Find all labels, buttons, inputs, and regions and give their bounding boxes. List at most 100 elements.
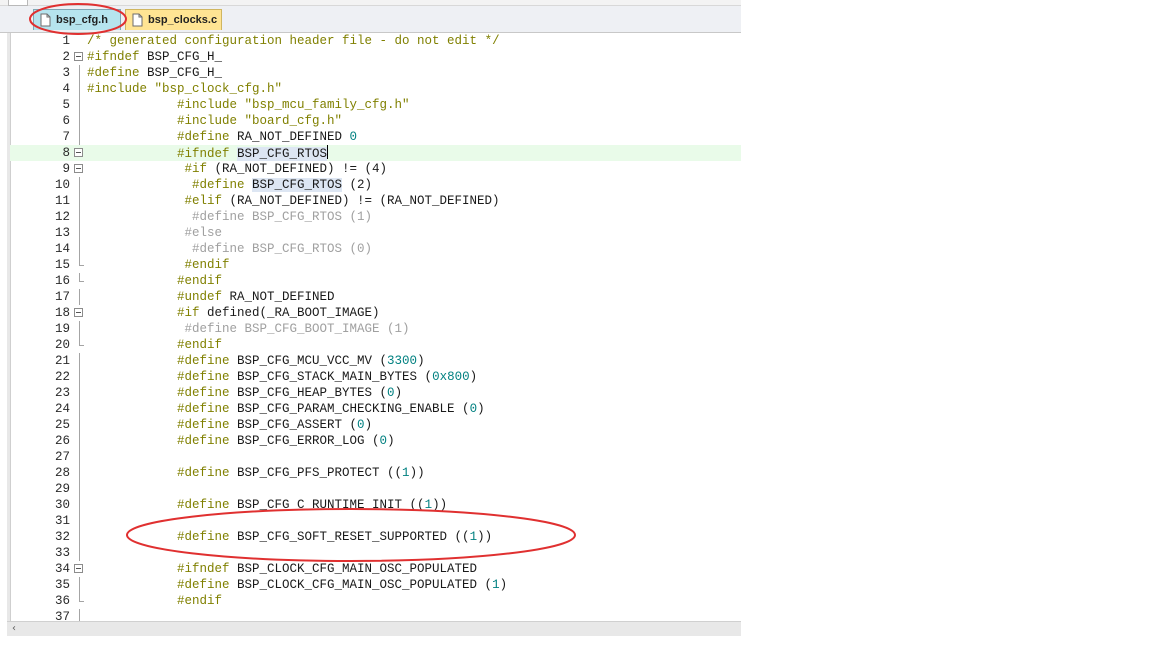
code-line[interactable]: 11 #elif (RA_NOT_DEFINED) != (RA_NOT_DEFI… bbox=[10, 193, 741, 209]
code-line[interactable]: 12 #define BSP_CFG_RTOS (1) bbox=[10, 209, 741, 225]
fold-guide bbox=[79, 513, 80, 529]
line-number: 14 bbox=[54, 242, 70, 256]
code-line[interactable]: 30 #define BSP_CFG_C_RUNTIME_INIT ((1)) bbox=[10, 497, 741, 513]
code-token: #define bbox=[177, 354, 230, 368]
code-token: #ifndef bbox=[177, 147, 230, 161]
code-text: #ifndef BSP_CLOCK_CFG_MAIN_OSC_POPULATED bbox=[177, 561, 477, 577]
code-line[interactable]: 32 #define BSP_CFG_SOFT_RESET_SUPPORTED (… bbox=[10, 529, 741, 545]
code-text: #undef RA_NOT_DEFINED bbox=[177, 289, 335, 305]
code-line[interactable]: 5 #include "bsp_mcu_family_cfg.h" bbox=[10, 97, 741, 113]
code-line[interactable]: 33 bbox=[10, 545, 741, 561]
code-line[interactable]: 21 #define BSP_CFG_MCU_VCC_MV (3300) bbox=[10, 353, 741, 369]
line-number: 10 bbox=[54, 178, 70, 192]
code-line[interactable]: 27 bbox=[10, 449, 741, 465]
code-line[interactable]: 20 #endif bbox=[10, 337, 741, 353]
code-line[interactable]: 13 #else bbox=[10, 225, 741, 241]
line-number: 22 bbox=[54, 370, 70, 384]
line-number: 16 bbox=[54, 274, 70, 288]
code-line[interactable]: 29 bbox=[10, 481, 741, 497]
horizontal-scrollbar[interactable]: ‹ bbox=[7, 621, 741, 636]
code-text: #endif bbox=[177, 593, 222, 609]
code-token: defined(_RA_BOOT_IMAGE) bbox=[199, 306, 380, 320]
fold-toggle-icon[interactable] bbox=[74, 52, 83, 61]
code-token: (2) bbox=[342, 178, 373, 192]
code-line[interactable]: 19 #define BSP_CFG_BOOT_IMAGE (1) bbox=[10, 321, 741, 337]
fold-guide bbox=[79, 433, 80, 449]
fold-toggle-icon[interactable] bbox=[74, 164, 83, 173]
code-token: ) bbox=[499, 578, 508, 592]
fold-toggle-icon[interactable] bbox=[74, 564, 83, 573]
code-line[interactable]: 3 #define BSP_CFG_H_ bbox=[10, 65, 741, 81]
code-line[interactable]: 2 #ifndef BSP_CFG_H_ bbox=[10, 49, 741, 65]
code-line[interactable]: 4 #include "bsp_clock_cfg.h" bbox=[10, 81, 741, 97]
fold-guide bbox=[79, 65, 80, 81]
c-header-file-icon bbox=[40, 13, 51, 27]
line-number: 7 bbox=[62, 130, 70, 144]
line-number: 36 bbox=[54, 594, 70, 608]
code-text: #define BSP_CFG_C_RUNTIME_INIT ((1)) bbox=[177, 497, 447, 513]
code-token: 1 bbox=[469, 530, 478, 544]
code-token: #if bbox=[184, 162, 208, 176]
fold-guide bbox=[79, 289, 80, 305]
line-number: 32 bbox=[54, 530, 70, 544]
code-line[interactable]: 31 bbox=[10, 513, 741, 529]
code-text: #ifndef BSP_CFG_RTOS bbox=[177, 145, 329, 162]
code-line[interactable]: 26 #define BSP_CFG_ERROR_LOG (0) bbox=[10, 433, 741, 449]
code-line[interactable]: 15 #endif bbox=[10, 257, 741, 273]
fold-guide bbox=[79, 497, 80, 513]
tab-label: bsp_clocks.c bbox=[148, 14, 218, 26]
code-token: BSP_CFG_RTOS bbox=[252, 178, 343, 192]
code-line[interactable]: 25 #define BSP_CFG_ASSERT (0) bbox=[10, 417, 741, 433]
code-line[interactable]: 28 #define BSP_CFG_PFS_PROTECT ((1)) bbox=[10, 465, 741, 481]
code-line[interactable]: 23 #define BSP_CFG_HEAP_BYTES (0) bbox=[10, 385, 741, 401]
code-token: #define BSP_CFG_RTOS (1) bbox=[192, 210, 373, 224]
line-number: 18 bbox=[54, 306, 70, 320]
code-line[interactable]: 1 /* generated configuration header file … bbox=[10, 33, 741, 49]
code-line[interactable]: 14 #define BSP_CFG_RTOS (0) bbox=[10, 241, 741, 257]
tab-bsp-clocks-c[interactable]: bsp_clocks.c bbox=[125, 9, 222, 30]
fold-toggle-icon[interactable] bbox=[74, 148, 83, 157]
code-line[interactable]: 18 #if defined(_RA_BOOT_IMAGE) bbox=[10, 305, 741, 321]
fold-guide bbox=[79, 401, 80, 417]
code-token: BSP_CLOCK_CFG_MAIN_OSC_POPULATED bbox=[229, 562, 478, 576]
code-token: #define bbox=[177, 498, 230, 512]
code-token: #ifndef bbox=[87, 50, 140, 64]
code-token: )) bbox=[409, 466, 425, 480]
code-text: #endif bbox=[177, 273, 222, 289]
code-line[interactable]: 16 #endif bbox=[10, 273, 741, 289]
code-line[interactable]: 17 #undef RA_NOT_DEFINED bbox=[10, 289, 741, 305]
fold-guide bbox=[79, 529, 80, 545]
line-number: 21 bbox=[54, 354, 70, 368]
fold-guide bbox=[79, 385, 80, 401]
tab-bsp-cfg-h[interactable]: bsp_cfg.h bbox=[33, 9, 121, 30]
code-token: BSP_CFG_PARAM_CHECKING_ENABLE ( bbox=[229, 402, 470, 416]
code-token: #endif bbox=[184, 258, 230, 272]
code-line[interactable]: 35 #define BSP_CLOCK_CFG_MAIN_OSC_POPULAT… bbox=[10, 577, 741, 593]
code-line[interactable]: 24 #define BSP_CFG_PARAM_CHECKING_ENABLE … bbox=[10, 401, 741, 417]
code-token: #define BSP_CFG_RTOS (0) bbox=[192, 242, 373, 256]
code-line[interactable]: 37 bbox=[10, 609, 741, 621]
code-line[interactable]: 34 #ifndef BSP_CLOCK_CFG_MAIN_OSC_POPULAT… bbox=[10, 561, 741, 577]
code-editor[interactable]: 1 /* generated configuration header file … bbox=[10, 33, 741, 621]
code-line[interactable]: 36 #endif bbox=[10, 593, 741, 609]
code-token: #endif bbox=[177, 338, 223, 352]
code-token: 1 bbox=[402, 466, 410, 480]
code-token: #include bbox=[87, 82, 148, 96]
fold-toggle-icon[interactable] bbox=[74, 308, 83, 317]
line-number: 25 bbox=[54, 418, 70, 432]
code-token: #define bbox=[192, 178, 245, 192]
scroll-left-arrow-icon[interactable]: ‹ bbox=[7, 622, 21, 636]
code-line[interactable]: 10 #define BSP_CFG_RTOS (2) bbox=[10, 177, 741, 193]
code-text: #include "bsp_mcu_family_cfg.h" bbox=[177, 97, 410, 113]
code-line[interactable]: 8 #ifndef BSP_CFG_RTOS bbox=[10, 145, 741, 161]
code-line[interactable]: 22 #define BSP_CFG_STACK_MAIN_BYTES (0x80… bbox=[10, 369, 741, 385]
code-line[interactable]: 6 #include "board_cfg.h" bbox=[10, 113, 741, 129]
line-number: 2 bbox=[62, 50, 70, 64]
code-token: BSP_CFG_C_RUNTIME_INIT (( bbox=[229, 498, 425, 512]
code-line[interactable]: 7 #define RA_NOT_DEFINED 0 bbox=[10, 129, 741, 145]
code-token: ) bbox=[364, 418, 373, 432]
code-line[interactable]: 9 #if (RA_NOT_DEFINED) != (4) bbox=[10, 161, 741, 177]
line-number: 13 bbox=[54, 226, 70, 240]
